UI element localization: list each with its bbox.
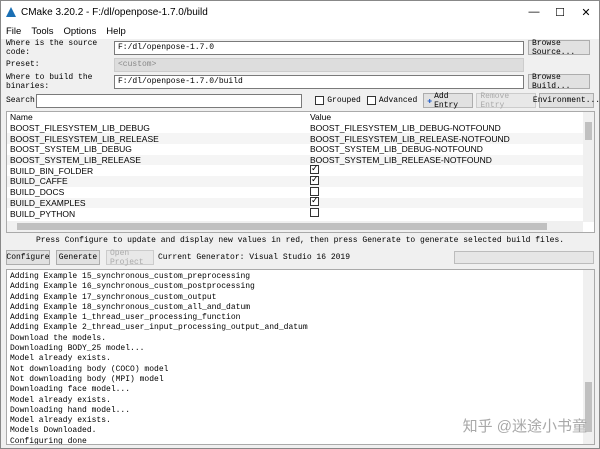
table-row[interactable]: BOOST_FILESYSTEM_LIB_RELEASE BOOST_FILESY… bbox=[7, 133, 594, 145]
row-name: BUILD_BIN_FOLDER bbox=[10, 165, 94, 176]
table-row[interactable]: BOOST_SYSTEM_LIB_DEBUG BOOST_SYSTEM_LIB_D… bbox=[7, 144, 594, 155]
log-line: Adding Example 15_synchronous_custom_pre… bbox=[10, 272, 251, 281]
log-line: Adding Example 1_thread_user_processing_… bbox=[10, 313, 241, 323]
row-name: BOOST_FILESYSTEM_LIB_DEBUG bbox=[10, 123, 150, 134]
row-name: BUILD_CAFFE bbox=[10, 176, 68, 187]
search-label: Search: bbox=[6, 96, 40, 105]
horizontal-scrollbar[interactable] bbox=[7, 221, 583, 232]
close-button[interactable]: ✕ bbox=[573, 6, 599, 19]
header-name[interactable]: Name bbox=[7, 112, 307, 122]
row-checkbox[interactable] bbox=[307, 195, 322, 208]
window-title: CMake 3.20.2 - F:/dl/openpose-1.7.0/buil… bbox=[21, 6, 208, 18]
table-row[interactable]: BUILD_CAFFE bbox=[7, 174, 594, 187]
advanced-label: Advanced bbox=[378, 96, 418, 105]
log-line: Download the models. bbox=[10, 333, 107, 343]
menu-bar: File Tools Options Help bbox=[1, 23, 599, 39]
row-value[interactable]: BOOST_FILESYSTEM_LIB_DEBUG-NOTFOUND bbox=[307, 123, 501, 133]
table-row[interactable]: BUILD_BIN_FOLDER bbox=[7, 163, 594, 176]
menu-file[interactable]: File bbox=[1, 26, 26, 37]
add-entry-label: Add Entry bbox=[434, 91, 459, 110]
generate-button[interactable]: Generate bbox=[56, 250, 100, 265]
cmake-logo-icon bbox=[6, 7, 16, 17]
vertical-scrollbar[interactable] bbox=[583, 112, 594, 222]
progress-bar bbox=[454, 251, 594, 264]
current-generator: Current Generator: Visual Studio 16 2019 bbox=[158, 253, 351, 262]
open-project-button[interactable]: Open Project bbox=[106, 249, 154, 267]
log-line: Downloading face model... bbox=[10, 385, 131, 395]
log-line: Adding Example 18_synchronous_custom_all… bbox=[10, 302, 251, 312]
environment-button[interactable]: Environment... bbox=[533, 93, 600, 108]
hint-text: Press Configure to update and display ne… bbox=[35, 236, 565, 245]
row-checkbox[interactable] bbox=[307, 208, 322, 219]
source-label: Where is the source code: bbox=[6, 38, 98, 57]
browse-build-button[interactable]: Browse Build... bbox=[528, 73, 590, 91]
row-name: BUILD_DOCS bbox=[10, 187, 65, 198]
table-header: Name Value bbox=[7, 112, 594, 123]
maximize-button[interactable]: ☐ bbox=[547, 6, 573, 19]
table-row[interactable]: BUILD_DOCS bbox=[7, 186, 594, 198]
watermark: 知乎 @迷途小书童 bbox=[462, 418, 587, 435]
cache-table: Name Value BOOST_FILESYSTEM_LIB_DEBUG BOO… bbox=[6, 111, 595, 233]
log-line: Model already exists. bbox=[10, 354, 111, 364]
row-name: BOOST_FILESYSTEM_LIB_RELEASE bbox=[10, 133, 159, 144]
minimize-button[interactable]: — bbox=[521, 6, 547, 19]
log-line: Adding Example 17_synchronous_custom_out… bbox=[10, 292, 217, 302]
table-row[interactable]: BUILD_EXAMPLES bbox=[7, 195, 594, 209]
log-line: Not downloading body (COCO) model bbox=[10, 364, 169, 374]
log-line: Not downloading body (MPI) model bbox=[10, 374, 164, 384]
row-value[interactable]: BOOST_SYSTEM_LIB_RELEASE-NOTFOUND bbox=[307, 155, 492, 165]
grouped-checkbox[interactable]: Grouped bbox=[315, 96, 361, 105]
configure-button[interactable]: Configure bbox=[6, 250, 50, 265]
row-name: BOOST_SYSTEM_LIB_DEBUG bbox=[10, 144, 132, 155]
remove-entry-button[interactable]: Remove Entry bbox=[476, 92, 536, 110]
log-line: Model already exists. bbox=[10, 395, 111, 405]
preset-label: Preset: bbox=[6, 60, 40, 69]
menu-help[interactable]: Help bbox=[101, 26, 131, 37]
table-row[interactable]: BOOST_FILESYSTEM_LIB_DEBUG BOOST_FILESYST… bbox=[7, 123, 594, 134]
row-name: BUILD_EXAMPLES bbox=[10, 197, 86, 208]
menu-options[interactable]: Options bbox=[59, 26, 102, 37]
log-line: Downloading BODY_25 model... bbox=[10, 344, 145, 354]
menu-tools[interactable]: Tools bbox=[26, 26, 58, 37]
plus-icon: ✚ bbox=[427, 96, 433, 106]
preset-select[interactable]: <custom> bbox=[114, 57, 524, 72]
row-name: BOOST_SYSTEM_LIB_RELEASE bbox=[10, 155, 141, 166]
row-value[interactable]: BOOST_SYSTEM_LIB_DEBUG-NOTFOUND bbox=[307, 144, 483, 154]
header-value[interactable]: Value bbox=[307, 112, 331, 122]
advanced-checkbox[interactable]: Advanced bbox=[366, 96, 418, 105]
log-line: Adding Example 16_synchronous_custom_pos… bbox=[10, 282, 255, 292]
browse-source-button[interactable]: Browse Source... bbox=[528, 39, 590, 57]
title-bar: CMake 3.20.2 - F:/dl/openpose-1.7.0/buil… bbox=[1, 1, 599, 23]
log-line: Adding Example 2_thread_user_input_proce… bbox=[10, 323, 308, 333]
build-input[interactable]: F:/dl/openpose-1.7.0/build bbox=[114, 74, 524, 89]
search-input[interactable] bbox=[36, 93, 303, 108]
add-entry-button[interactable]: ✚ Add Entry bbox=[423, 91, 474, 110]
source-input[interactable]: F:/dl/openpose-1.7.0 bbox=[114, 40, 524, 55]
row-name: BUILD_PYTHON bbox=[10, 208, 76, 219]
table-row[interactable]: BUILD_PYTHON bbox=[7, 208, 594, 219]
table-row[interactable]: BOOST_SYSTEM_LIB_RELEASE BOOST_SYSTEM_LIB… bbox=[7, 154, 594, 166]
row-checkbox[interactable] bbox=[307, 174, 322, 187]
log-line: Configuring done bbox=[10, 436, 87, 445]
row-value[interactable]: BOOST_FILESYSTEM_LIB_RELEASE-NOTFOUND bbox=[307, 134, 510, 144]
build-label: Where to build the binaries: bbox=[6, 72, 93, 91]
grouped-label: Grouped bbox=[327, 96, 361, 105]
